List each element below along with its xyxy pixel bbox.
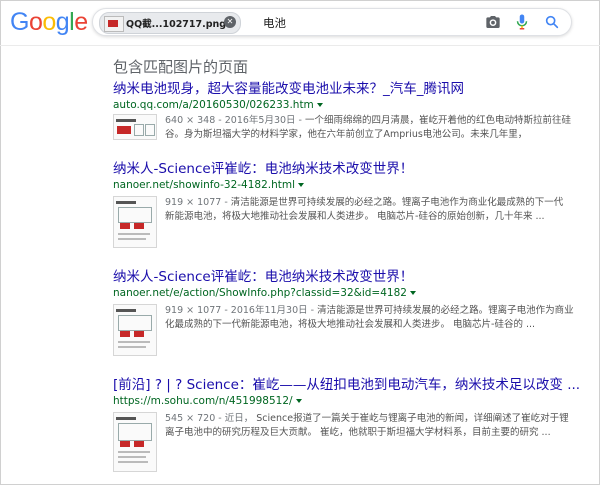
result-snippet: 640 × 348 - 2016年5月30日 - 一个细雨绵绵的四月清晨，崔屹开…: [165, 114, 583, 142]
close-icon[interactable]: ✕: [224, 16, 236, 28]
result-url[interactable]: https://m.sohu.com/n/451998512/: [113, 394, 583, 409]
result-snippet: 545 × 720 - 近日， Science报道了一篇关于崔屹与锂离子电池的新…: [165, 412, 583, 440]
image-chip-label: QQ截...102717.png: [126, 19, 227, 30]
dropdown-arrow-icon[interactable]: [316, 103, 323, 107]
section-title: 包含匹配图片的页面: [113, 58, 249, 76]
search-input[interactable]: 电池: [263, 15, 286, 31]
result-url[interactable]: nanoer.net/e/action/ShowInfo.php?classid…: [113, 286, 583, 301]
google-logo[interactable]: Google: [10, 7, 88, 37]
microphone-icon[interactable]: [516, 13, 528, 31]
result-url[interactable]: nanoer.net/showinfo-32-4182.html: [113, 178, 583, 193]
result-snippet: 919 × 1077 - 清洁能源是世界可持续发展的必经之路。锂离子电池作为商业…: [165, 196, 583, 224]
result-url-text: auto.qq.com/a/20160530/026233.htm: [113, 99, 314, 111]
result-url-text: https://m.sohu.com/n/451998512/: [113, 395, 293, 407]
result-meta: 919 × 1077 - 2016年11月30日 -: [165, 305, 315, 316]
result-title-link[interactable]: 纳米电池现身，超大容量能改变电池业未来？_汽车_腾讯网: [113, 80, 583, 98]
result-meta: 919 × 1077 -: [165, 197, 228, 208]
camera-icon[interactable]: [485, 14, 501, 30]
result-thumbnail[interactable]: [113, 114, 157, 140]
result-url-text: nanoer.net/showinfo-32-4182.html: [113, 179, 296, 191]
result-snippet-line1: 一个细雨绵绵的四月清晨，崔屹开着他的红色电动特斯拉前往硅: [305, 115, 572, 126]
image-query-chip[interactable]: QQ截...102717.png ✕: [99, 12, 241, 34]
result-thumbnail[interactable]: [113, 304, 157, 356]
result-snippet-line1: 清洁能源是世界可持续发展的必经之路。锂离子电池作为商业: [317, 305, 574, 316]
header-divider: [0, 45, 600, 46]
result-item: [前沿] ? | ? Science：崔屹——从纽扣电池到电动汽车，纳米技术足以…: [113, 376, 583, 472]
result-item: 纳米人-Science评崔屹：电池纳米技术改变世界！ nanoer.net/sh…: [113, 160, 583, 248]
result-meta: 640 × 348 - 2016年5月30日 -: [165, 115, 302, 126]
result-item: 纳米人-Science评崔屹：电池纳米技术改变世界！ nanoer.net/e/…: [113, 268, 583, 356]
result-title-link[interactable]: 纳米人-Science评崔屹：电池纳米技术改变世界！: [113, 268, 583, 286]
result-thumbnail[interactable]: [113, 412, 157, 472]
result-meta: 545 × 720 - 近日，: [165, 413, 254, 424]
dropdown-arrow-icon[interactable]: [409, 291, 416, 295]
image-thumbnail: [104, 16, 124, 32]
result-url-text: nanoer.net/e/action/ShowInfo.php?classid…: [113, 287, 407, 299]
dropdown-arrow-icon[interactable]: [298, 183, 305, 187]
result-snippet: 919 × 1077 - 2016年11月30日 - 清洁能源是世界可持续发展的…: [165, 304, 583, 332]
result-snippet-line1: Science报道了一篇关于崔屹与锂离子电池的新闻，详细阐述了崔屹对于锂: [256, 413, 569, 424]
result-snippet-line2: 化最成熟的下一代新能源电池，将极大地推动社会发展和人类进步。 电脑芯片-硅谷的 …: [165, 319, 536, 330]
result-thumbnail[interactable]: [113, 196, 157, 248]
result-title-link[interactable]: 纳米人-Science评崔屹：电池纳米技术改变世界！: [113, 160, 583, 178]
search-box[interactable]: QQ截...102717.png ✕ 电池: [92, 8, 572, 36]
result-snippet-line2: 离子电池中的研究历程及巨大贡献。 崔屹，他就职于斯坦福大学材料系，目前主要的研究…: [165, 427, 551, 438]
result-snippet-line2: 谷。身为斯坦福大学的材料学家，他在六年前创立了Amprius电池公司。未来几年里…: [165, 129, 528, 140]
result-snippet-line2: 新能源电池，将极大地推动社会发展和人类进步。 电脑芯片-硅谷的原始创新，几十年来…: [165, 211, 545, 222]
search-icon[interactable]: [544, 14, 560, 30]
dropdown-arrow-icon[interactable]: [295, 399, 302, 403]
result-item: 纳米电池现身，超大容量能改变电池业未来？_汽车_腾讯网 auto.qq.com/…: [113, 80, 583, 140]
result-title-link[interactable]: [前沿] ? | ? Science：崔屹——从纽扣电池到电动汽车，纳米技术足以…: [113, 376, 583, 394]
result-snippet-line1: 清洁能源是世界可持续发展的必经之路。锂离子电池作为商业化最成熟的下一代: [230, 197, 564, 208]
result-url[interactable]: auto.qq.com/a/20160530/026233.htm: [113, 98, 583, 113]
